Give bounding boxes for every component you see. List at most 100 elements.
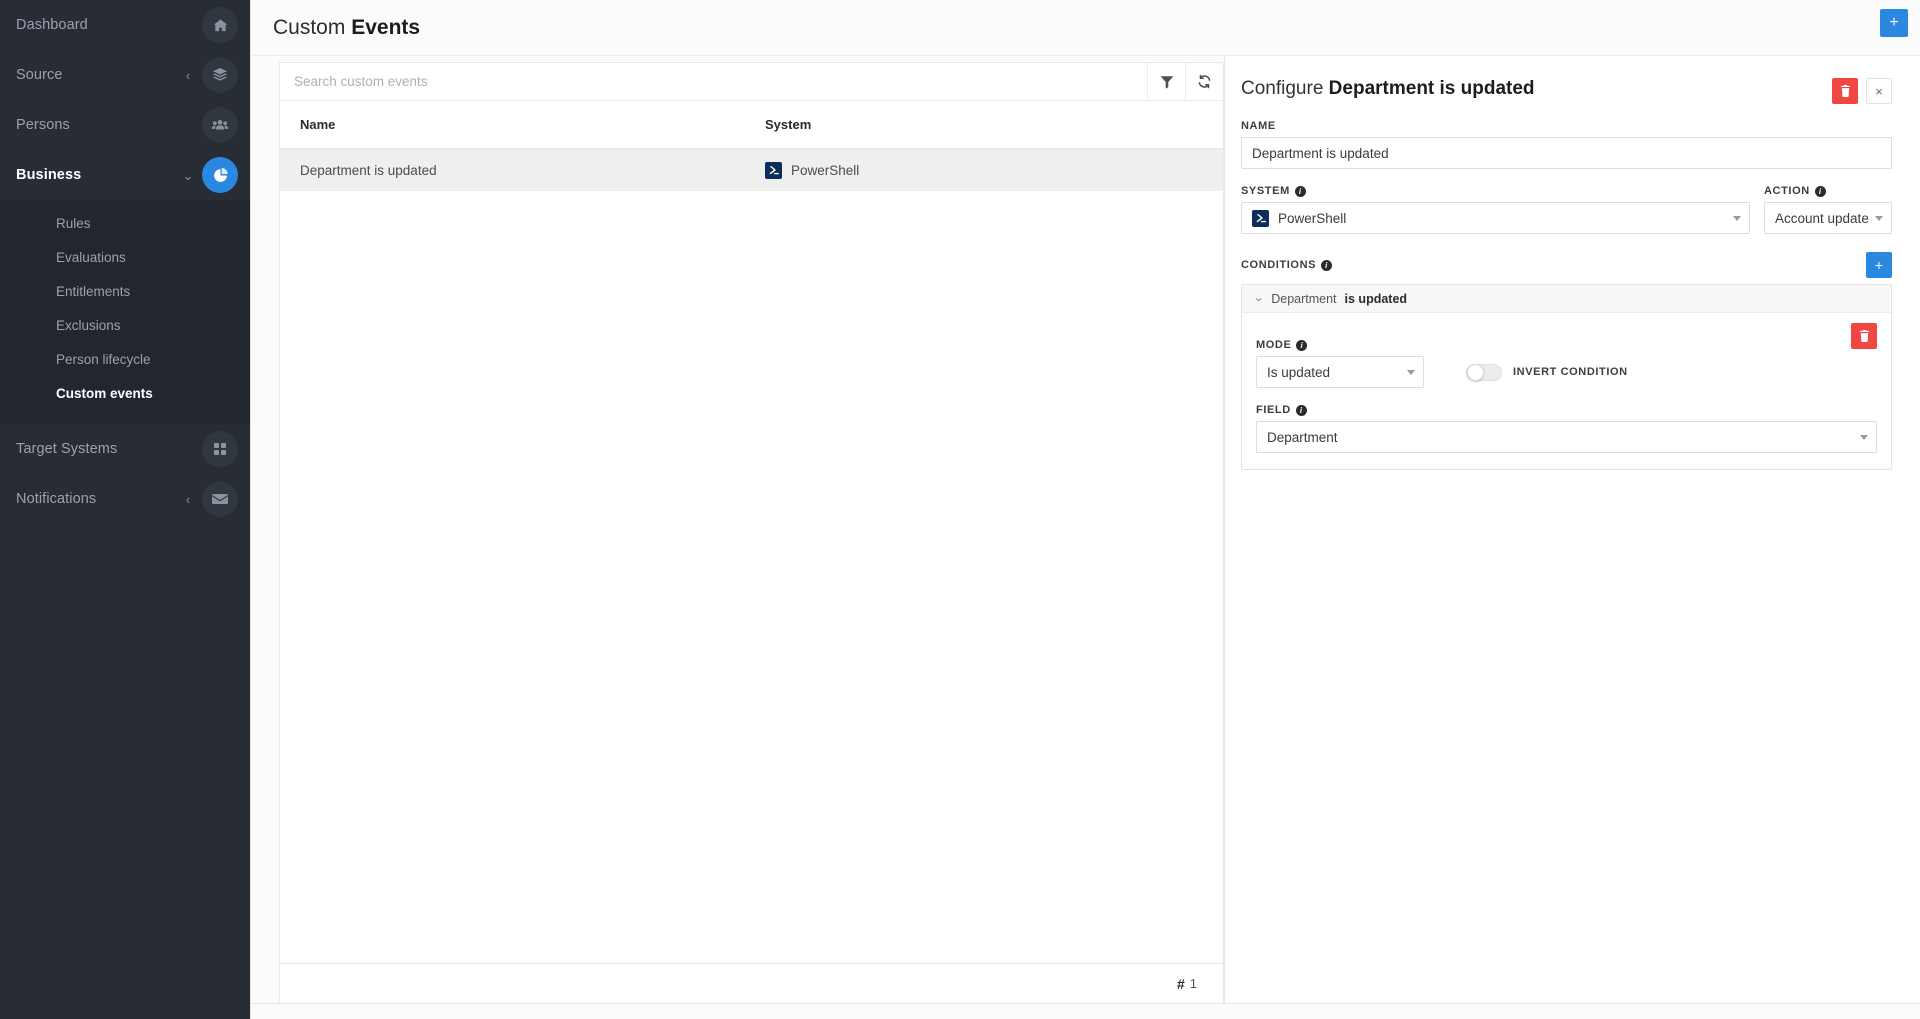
sidebar-item-label: Business	[16, 167, 82, 183]
sidebar-item-business[interactable]: Business ⌄	[0, 150, 250, 200]
main-content: Custom Events + Name Sy	[250, 0, 1920, 1019]
business-icon	[202, 157, 238, 193]
users-icon	[202, 107, 238, 143]
add-condition-button[interactable]: +	[1866, 252, 1892, 278]
info-icon[interactable]: i	[1295, 404, 1307, 416]
system-select[interactable]: PowerShell	[1241, 202, 1750, 234]
toggle-knob	[1467, 363, 1484, 381]
invert-condition-label: INVERT CONDITION	[1513, 366, 1628, 378]
sidebar-item-entitlements[interactable]: Entitlements	[0, 274, 250, 308]
mode-select-value: Is updated	[1267, 364, 1331, 380]
action-field-label: ACTION i	[1764, 185, 1892, 197]
sidebar: Dashboard Source ‹ Persons Business ⌄ Ru…	[0, 0, 250, 1019]
powershell-icon	[1252, 209, 1269, 227]
chevron-down-icon	[1875, 215, 1883, 221]
system-select-value: PowerShell	[1278, 210, 1347, 226]
system-field-label-text: SYSTEM	[1241, 185, 1290, 197]
mode-row: Is updated INVERT CONDITION	[1256, 356, 1877, 388]
search-input[interactable]	[280, 63, 1147, 100]
action-field-label-text: ACTION	[1764, 185, 1810, 197]
mode-field-label-text: MODE	[1256, 339, 1292, 351]
chevron-down-icon[interactable]: ⌄	[1253, 293, 1265, 304]
filter-icon[interactable]	[1147, 63, 1185, 100]
custom-events-list-pane: Name System Department is updated PowerS…	[279, 62, 1224, 1003]
layers-icon	[202, 57, 238, 93]
list-footer: # 1	[280, 963, 1223, 1003]
page-title: Custom Events	[273, 16, 420, 40]
powershell-icon	[765, 161, 782, 179]
body-area: Name System Department is updated PowerS…	[251, 56, 1920, 1003]
field-field-label: FIELD i	[1256, 404, 1877, 416]
sidebar-subnav-business: Rules Evaluations Entitlements Exclusion…	[0, 200, 250, 424]
sidebar-item-source[interactable]: Source ‹	[0, 50, 250, 100]
app-root: Dashboard Source ‹ Persons Business ⌄ Ru…	[0, 0, 1920, 1019]
grid-icon	[202, 431, 238, 467]
name-input[interactable]	[1241, 137, 1892, 169]
subnav-label: Rules	[56, 215, 91, 231]
envelope-icon	[202, 481, 238, 517]
system-field-group: SYSTEM i PowerShell	[1241, 169, 1750, 234]
sidebar-item-exclusions[interactable]: Exclusions	[0, 308, 250, 342]
conditions-label: CONDITIONS i	[1241, 259, 1866, 271]
cell-name: Department is updated	[300, 162, 437, 178]
subnav-label: Entitlements	[56, 283, 131, 299]
list-empty-space	[280, 191, 1223, 963]
delete-event-button[interactable]	[1832, 78, 1858, 104]
sidebar-item-person-lifecycle[interactable]: Person lifecycle	[0, 342, 250, 376]
column-header-system: System	[765, 117, 812, 132]
chevron-left-icon[interactable]: ‹	[178, 69, 198, 82]
field-field-label-text: FIELD	[1256, 404, 1291, 416]
sidebar-item-target-systems[interactable]: Target Systems	[0, 424, 250, 474]
sidebar-item-label: Persons	[16, 117, 70, 133]
table-header: Name System	[280, 101, 1223, 149]
info-icon[interactable]: i	[1814, 185, 1826, 197]
name-field-label: NAME	[1241, 120, 1892, 132]
table-row[interactable]: Department is updated PowerShell	[280, 149, 1223, 191]
action-field-group: ACTION i Account update	[1764, 169, 1892, 234]
configure-panel: Configure Department is updated × NAME D…	[1224, 56, 1920, 1003]
system-field-label: SYSTEM i	[1241, 185, 1750, 197]
record-count-icon: #	[1176, 975, 1185, 992]
close-panel-button[interactable]: ×	[1866, 78, 1892, 104]
sidebar-item-persons[interactable]: Persons	[0, 100, 250, 150]
subnav-label: Exclusions	[56, 317, 121, 333]
field-select[interactable]: Department	[1256, 421, 1877, 453]
invert-condition-toggle[interactable]	[1466, 363, 1502, 381]
sidebar-item-label: Notifications	[16, 491, 97, 507]
condition-card-header[interactable]: ⌄ Department is updated	[1242, 285, 1891, 313]
subnav-label: Custom events	[56, 385, 153, 401]
mode-select[interactable]: Is updated	[1256, 356, 1424, 388]
action-select[interactable]: Account update	[1764, 202, 1892, 234]
add-custom-event-button[interactable]: +	[1880, 9, 1908, 37]
info-icon[interactable]: i	[1294, 185, 1306, 197]
sidebar-item-label: Target Systems	[16, 441, 118, 457]
configure-panel-header: Configure Department is updated ×	[1241, 78, 1892, 104]
delete-condition-button[interactable]	[1851, 323, 1877, 349]
page-header: Custom Events +	[251, 0, 1920, 56]
info-icon[interactable]: i	[1321, 259, 1333, 271]
column-header-name: Name	[300, 117, 336, 132]
condition-header-mode: is updated	[1344, 291, 1408, 306]
sidebar-item-custom-events[interactable]: Custom events	[0, 376, 250, 410]
chevron-left-icon[interactable]: ‹	[178, 493, 198, 506]
configure-title: Configure Department is updated	[1241, 78, 1832, 101]
info-icon[interactable]: i	[1296, 339, 1308, 351]
chevron-down-icon[interactable]: ⌄	[178, 169, 198, 182]
bottom-strip	[251, 1003, 1920, 1019]
field-select-value: Department	[1267, 429, 1338, 445]
sidebar-item-evaluations[interactable]: Evaluations	[0, 240, 250, 274]
subnav-label: Evaluations	[56, 249, 126, 265]
condition-header-field: Department	[1271, 291, 1337, 306]
cell-system-label: PowerShell	[791, 162, 860, 178]
home-icon	[202, 7, 238, 43]
sidebar-item-dashboard[interactable]: Dashboard	[0, 0, 250, 50]
sidebar-item-rules[interactable]: Rules	[0, 206, 250, 240]
refresh-icon[interactable]	[1185, 63, 1223, 100]
conditions-label-text: CONDITIONS	[1241, 259, 1317, 271]
cell-system: PowerShell	[765, 161, 1203, 179]
page-title-bold: Events	[351, 15, 421, 39]
condition-card: ⌄ Department is updated MODE i Is update…	[1241, 284, 1892, 470]
chevron-down-icon	[1733, 215, 1741, 221]
sidebar-item-notifications[interactable]: Notifications ‹	[0, 474, 250, 524]
conditions-header: CONDITIONS i +	[1241, 252, 1892, 278]
